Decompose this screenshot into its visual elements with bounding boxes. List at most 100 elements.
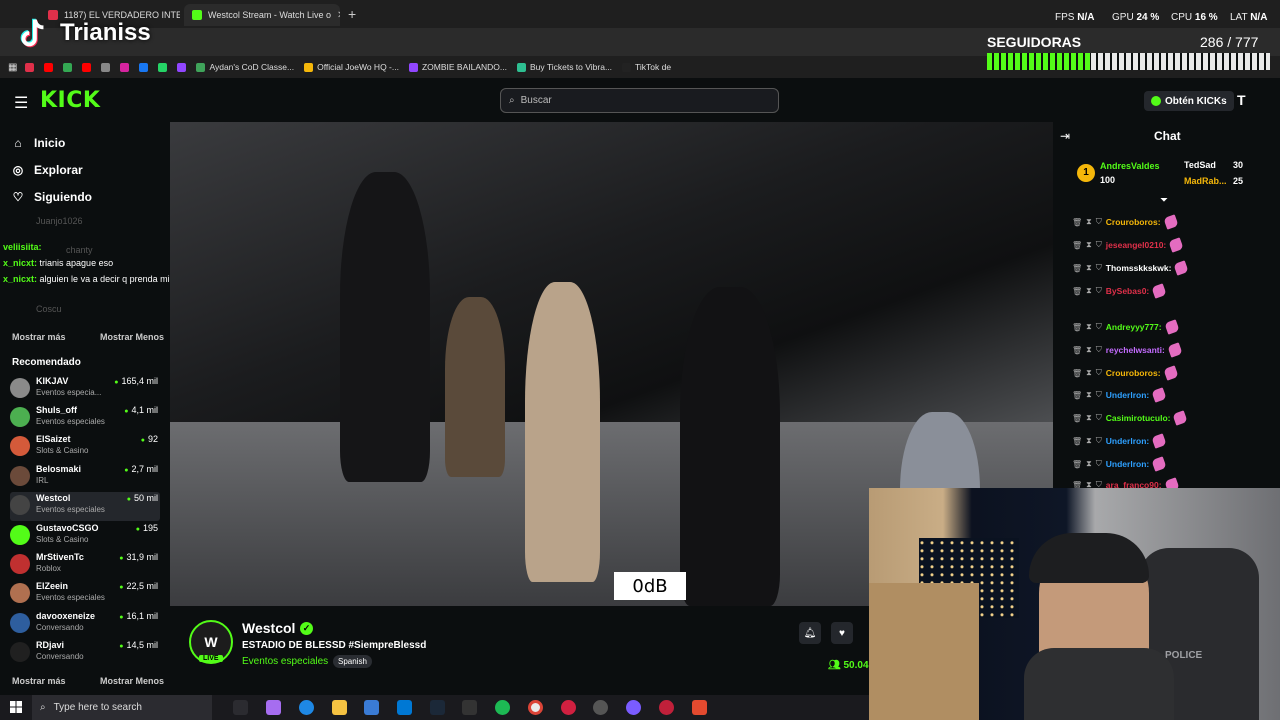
menu-icon[interactable]: ☰	[14, 93, 28, 113]
bookmark-gmail-icon[interactable]	[25, 62, 35, 72]
chat-username[interactable]: BySebas0:	[1106, 286, 1149, 296]
chat-username[interactable]: jeseangel0210:	[1106, 240, 1166, 250]
show-less-button[interactable]: Mostrar Menos	[100, 332, 164, 342]
chat-username[interactable]: Thomsskkskwk:	[1106, 263, 1172, 273]
following-channel[interactable]: Juanjo1026	[36, 216, 83, 226]
recommended-channel[interactable]: ElSaizetSlots & Casino92	[10, 433, 160, 462]
chat-username[interactable]: Underlron:	[1106, 390, 1149, 400]
kick-logo[interactable]: KICK	[40, 88, 100, 113]
chat-username[interactable]: reychelwsanti:	[1106, 345, 1165, 355]
follow-heart-icon[interactable]: ♥	[831, 622, 853, 644]
notification-bell-icon[interactable]: 🔔︎	[799, 622, 821, 644]
pinned-toggle-icon[interactable]: ⏷	[1160, 195, 1168, 206]
bookmark-link[interactable]: ZOMBIE BAILANDO...	[408, 62, 507, 72]
bookmark-facebook-icon[interactable]	[139, 62, 149, 72]
ban-icon[interactable]: ⛉	[1096, 413, 1102, 423]
bookmark-x-icon[interactable]	[101, 62, 111, 72]
app-icon[interactable]	[593, 700, 608, 715]
recommended-channel[interactable]: MrStivenTcRoblox31,9 mil	[10, 551, 160, 580]
ban-icon[interactable]: ⛉	[1096, 345, 1102, 355]
app-icon[interactable]	[692, 700, 707, 715]
following-channel[interactable]: Coscu	[36, 304, 62, 314]
recommended-channel-selected[interactable]: WestcolEventos especiales50 mil	[10, 492, 160, 521]
bookmark-link[interactable]: TikTok de	[622, 62, 671, 72]
bookmark-whatsapp-icon[interactable]	[158, 62, 168, 72]
timeout-icon[interactable]: ⧗	[1086, 459, 1092, 469]
language-tag[interactable]: Spanish	[333, 655, 372, 668]
following-channel[interactable]: chanty	[66, 245, 93, 255]
delete-icon[interactable]: 🗑︎	[1072, 218, 1082, 227]
bookmark-instagram-icon[interactable]	[120, 62, 130, 72]
ban-icon[interactable]: ⛉	[1096, 322, 1102, 332]
timeout-icon[interactable]: ⧗	[1086, 436, 1092, 446]
delete-icon[interactable]: 🗑︎	[1072, 391, 1082, 400]
search-input[interactable]: ⌕ Buscar	[500, 88, 779, 113]
delete-icon[interactable]: 🗑︎	[1072, 287, 1082, 296]
ban-icon[interactable]: ⛉	[1096, 436, 1102, 446]
timeout-icon[interactable]: ⧗	[1086, 368, 1092, 378]
ban-icon[interactable]: ⛉	[1096, 217, 1102, 227]
recommended-channel[interactable]: Shuls_offEventos especiales4,1 mil	[10, 404, 160, 433]
close-icon[interactable]: ✕	[337, 10, 340, 21]
gifter-name[interactable]: TedSad	[1184, 160, 1216, 170]
timeout-icon[interactable]: ⧗	[1086, 413, 1092, 423]
collapse-chat-icon[interactable]: ⇥	[1060, 129, 1070, 143]
taskbar-search-input[interactable]: ⌕ Type here to search	[32, 695, 212, 720]
app-icon[interactable]	[462, 700, 477, 715]
user-avatar-icon[interactable]: T	[1237, 92, 1246, 108]
get-kicks-button[interactable]: Obtén KICKs	[1144, 91, 1234, 111]
ban-icon[interactable]: ⛉	[1096, 459, 1102, 469]
ban-icon[interactable]: ⛉	[1096, 368, 1102, 378]
recommended-channel[interactable]: BelosmakiIRL2,7 mil	[10, 463, 160, 492]
task-view-icon[interactable]	[233, 700, 248, 715]
top-gifter-name[interactable]: AndresValdes	[1100, 161, 1160, 171]
recommended-channel[interactable]: KIKJAVEventos especia...165,4 mil	[10, 375, 160, 404]
chat-username[interactable]: Casimirotuculo:	[1106, 413, 1171, 423]
chat-username[interactable]: Underlron:	[1106, 436, 1149, 446]
timeout-icon[interactable]: ⧗	[1086, 345, 1092, 355]
steam-icon[interactable]	[430, 700, 445, 715]
ban-icon[interactable]: ⛉	[1096, 390, 1102, 400]
sidebar-item-explore[interactable]: ◎ Explorar	[12, 163, 83, 177]
recommended-channel[interactable]: RDjaviConversando14,5 mil	[10, 639, 160, 668]
bookmark-youtube-icon[interactable]	[44, 62, 54, 72]
chrome-icon[interactable]	[528, 700, 543, 715]
sidebar-item-following[interactable]: ♡ Siguiendo	[12, 190, 92, 204]
chat-username[interactable]: Crouroboros:	[1106, 217, 1161, 227]
bookmark-link[interactable]: Official JoeWo HQ -...	[304, 62, 399, 72]
timeout-icon[interactable]: ⧗	[1086, 390, 1092, 400]
delete-icon[interactable]: 🗑︎	[1072, 241, 1082, 250]
show-more-button[interactable]: Mostrar más	[12, 332, 66, 342]
gifter-name[interactable]: MadRab...	[1184, 176, 1227, 186]
streamer-name[interactable]: Westcol	[242, 620, 295, 636]
address-bar[interactable]	[0, 28, 1280, 56]
edge-icon[interactable]	[299, 700, 314, 715]
recommended-channel[interactable]: ElZeeinEventos especiales22,5 mil	[10, 580, 160, 609]
delete-icon[interactable]: 🗑︎	[1072, 437, 1082, 446]
browser-tab-active[interactable]: Westcol Stream - Watch Live o ✕	[184, 4, 340, 26]
sidebar-item-home[interactable]: ⌂ Inicio	[12, 136, 65, 150]
delete-icon[interactable]: 🗑︎	[1072, 369, 1082, 378]
timeout-icon[interactable]: ⧗	[1086, 240, 1092, 250]
delete-icon[interactable]: 🗑︎	[1072, 264, 1082, 273]
app-icon[interactable]	[626, 700, 641, 715]
show-less-button[interactable]: Mostrar Menos	[100, 676, 164, 686]
timeout-icon[interactable]: ⧗	[1086, 263, 1092, 273]
new-tab-icon[interactable]: +	[348, 6, 356, 22]
bookmark-link[interactable]: Buy Tickets to Vibra...	[516, 62, 612, 72]
bookmark-twitch-icon[interactable]	[177, 62, 187, 72]
delete-icon[interactable]: 🗑︎	[1072, 346, 1082, 355]
ban-icon[interactable]: ⛉	[1096, 240, 1102, 250]
spotify-icon[interactable]	[495, 700, 510, 715]
chat-username[interactable]: Crouroboros:	[1106, 368, 1161, 378]
stream-category-link[interactable]: Eventos especiales	[242, 656, 328, 667]
timeout-icon[interactable]: ⧗	[1086, 286, 1092, 296]
outlook-icon[interactable]	[397, 700, 412, 715]
app-icon[interactable]	[659, 700, 674, 715]
windows-start-icon[interactable]	[10, 701, 22, 713]
recommended-channel[interactable]: davooxeneizeConversando16,1 mil	[10, 610, 160, 639]
opera-icon[interactable]	[561, 700, 576, 715]
delete-icon[interactable]: 🗑︎	[1072, 323, 1082, 332]
file-explorer-icon[interactable]	[332, 700, 347, 715]
copilot-icon[interactable]	[266, 700, 281, 715]
